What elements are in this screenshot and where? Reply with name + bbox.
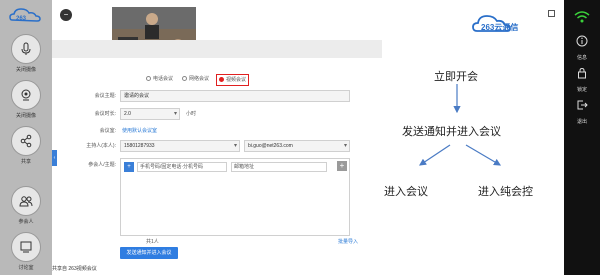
topic-label: 会议主题: <box>94 93 116 99</box>
type-phone-option[interactable]: 电话会议 <box>146 74 173 84</box>
gray-strip <box>52 40 382 58</box>
chevron-down-icon: ▾ <box>233 143 237 149</box>
cloud-logo-icon: 263 <box>9 8 41 22</box>
exit-button[interactable]: 退出 <box>564 98 600 125</box>
chat-icon <box>20 241 32 253</box>
participants-row: 参会人/主题: + 手机号码/固定电话·分机号码 邮箱地址 + <box>70 158 370 238</box>
flow-diagram: 立即开会 发送通知并进入会议 进入会议 进入纯会控 <box>380 60 560 210</box>
meeting-form: 电话会议 网络会议 视频会议 会议主题: 邀请的会议 会议时长: 2.0 ▾ 小… <box>70 66 370 266</box>
mute-label: 关闭摄像 <box>15 67 36 73</box>
duration-unit: 小时 <box>186 111 197 117</box>
duration-value: 2.0 <box>124 111 131 117</box>
host-label: 主持人(本人): <box>86 143 116 149</box>
room-link[interactable]: 使用默认会议室 <box>122 124 157 138</box>
type-web-option[interactable]: 网络会议 <box>182 74 209 84</box>
meeting-type-row: 电话会议 网络会议 视频会议 <box>70 72 370 86</box>
info-icon <box>576 35 588 47</box>
participants-field-label: 参会人/主题: <box>88 162 116 168</box>
type-video-label: 视频会议 <box>226 77 247 83</box>
camera-button[interactable]: 关闭摄像 <box>4 80 48 124</box>
type-web-label: 网络会议 <box>189 76 210 82</box>
participants-icon <box>19 196 33 207</box>
radio-icon <box>182 76 187 82</box>
host-row: 主持人(本人): 15801287933 ▾ bi.guo@net263.com… <box>70 139 370 153</box>
collapse-tab[interactable]: ‹ <box>52 150 57 166</box>
host-phone-select[interactable]: 15801287933 ▾ <box>120 140 240 152</box>
arrow-right <box>465 144 502 166</box>
send-and-join-button[interactable]: 发送通知并进入会议 <box>120 247 178 259</box>
footer-text: 共享自 263视频会议 <box>52 266 97 272</box>
host-phone-value: 15801287933 <box>124 143 155 149</box>
chevron-down-icon: ▾ <box>173 111 177 117</box>
room-row: 会议室: 使用默认会议室 <box>70 124 370 138</box>
diagram-left-text: 进入会议 <box>384 185 428 198</box>
phone-input[interactable]: 手机号码/固定电话·分机号码 <box>137 162 227 172</box>
email-input[interactable]: 邮箱地址 <box>231 162 327 172</box>
mute-button[interactable]: 关闭摄像 <box>4 34 48 78</box>
exit-label: 退出 <box>576 119 587 125</box>
share-label: 共享 <box>20 159 31 165</box>
topic-input[interactable]: 邀请的会议 <box>120 90 350 102</box>
brand-logo-icon: 263云通信 <box>472 15 518 32</box>
type-video-option[interactable]: 视频会议 <box>216 74 250 86</box>
duration-row: 会议时长: 2.0 ▾ 小时 <box>70 107 370 121</box>
host-email-select[interactable]: bi.guo@net263.com ▾ <box>244 140 350 152</box>
participants-button[interactable]: 参会人 <box>4 186 48 230</box>
info-button[interactable]: 信息 <box>564 34 600 61</box>
discussion-button[interactable]: 讨论室 <box>4 232 48 276</box>
discussion-label: 讨论室 <box>18 265 34 271</box>
window-icon[interactable] <box>548 10 555 17</box>
wifi-icon <box>574 11 590 23</box>
camera-icon <box>21 89 31 101</box>
diagram-right-text: 进入纯会控 <box>478 185 533 198</box>
share-icon <box>20 134 32 148</box>
add-contact-icon[interactable]: + <box>124 162 134 172</box>
app-window: 263 关闭摄像 关闭摄像 共享 参会人 讨论室 − 263云通信 电话会议 网… <box>0 0 600 275</box>
type-phone-label: 电话会议 <box>153 76 174 82</box>
diagram-middle-text: 发送通知并进入会议 <box>402 125 501 138</box>
participant-count: 共1人 <box>146 239 159 245</box>
top-bar: − 263云通信 <box>52 0 564 57</box>
left-toolbar: 263 关闭摄像 关闭摄像 共享 参会人 讨论室 <box>0 0 52 275</box>
close-icon[interactable]: − <box>60 9 72 21</box>
microphone-icon <box>21 42 31 55</box>
add-participant-button[interactable]: + <box>337 161 347 171</box>
participants-label: 参会人 <box>18 219 34 225</box>
info-label: 信息 <box>576 55 587 61</box>
svg-text:263: 263 <box>16 16 27 22</box>
camera-label: 关闭摄像 <box>15 113 36 119</box>
right-toolbar: 信息 锁定 退出 <box>564 0 600 275</box>
lock-icon <box>578 67 586 79</box>
radio-selected-icon <box>219 77 224 83</box>
topic-row: 会议主题: 邀请的会议 <box>70 89 370 103</box>
exit-icon <box>577 100 588 110</box>
duration-label: 会议时长: <box>94 111 116 117</box>
brand-logo-text: 263云通信 <box>481 22 518 32</box>
chevron-down-icon: ▾ <box>343 143 347 149</box>
lock-label: 锁定 <box>576 87 587 93</box>
host-email-value: bi.guo@net263.com <box>248 143 293 149</box>
participants-area: + 手机号码/固定电话·分机号码 邮箱地址 + <box>120 158 350 236</box>
duration-select[interactable]: 2.0 ▾ <box>120 108 180 120</box>
arrow-left <box>419 144 451 166</box>
share-button[interactable]: 共享 <box>4 126 48 170</box>
lock-button[interactable]: 锁定 <box>564 66 600 93</box>
room-label: 会议室: <box>99 128 116 134</box>
import-link[interactable]: 批量导入 <box>338 238 358 245</box>
radio-icon <box>146 76 151 82</box>
